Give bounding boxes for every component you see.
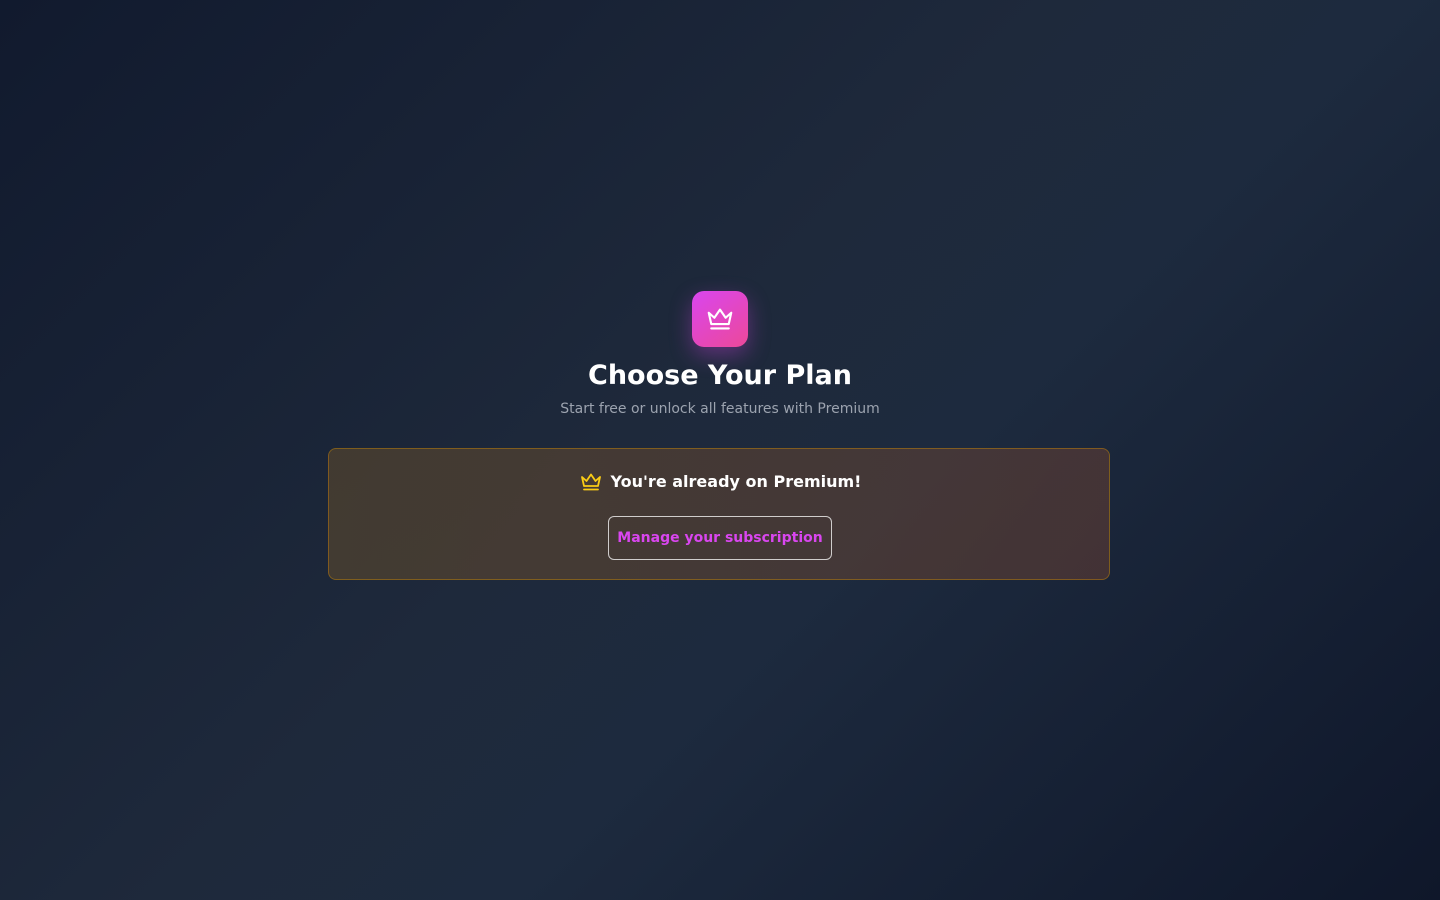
premium-status-text: You're already on Premium! xyxy=(610,472,862,491)
plan-page: Choose Your Plan Start free or unlock al… xyxy=(0,0,1440,900)
page-title: Choose Your Plan xyxy=(588,360,852,391)
crown-icon xyxy=(707,308,733,330)
app-logo xyxy=(692,291,748,347)
crown-icon xyxy=(580,473,601,491)
page-subtitle: Start free or unlock all features with P… xyxy=(560,401,880,417)
manage-subscription-button[interactable]: Manage your subscription xyxy=(608,516,832,560)
premium-status-heading: You're already on Premium! xyxy=(329,470,1111,494)
premium-status-card: You're already on Premium! Manage your s… xyxy=(328,448,1110,580)
